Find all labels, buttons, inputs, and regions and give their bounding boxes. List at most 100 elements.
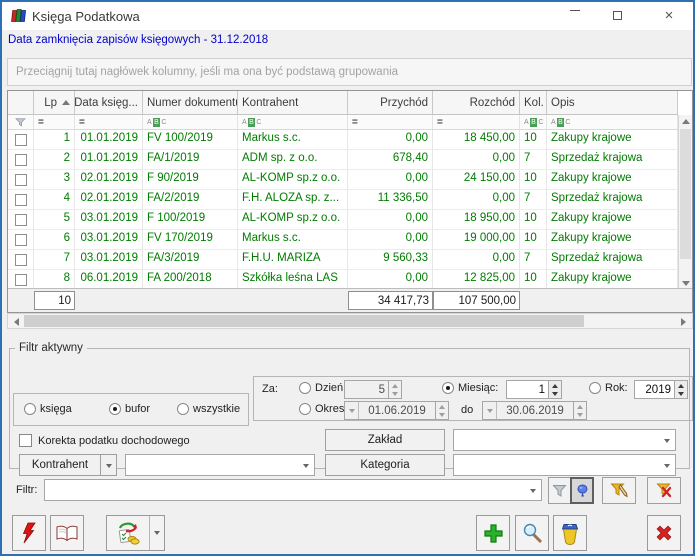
scroll-up-icon[interactable] bbox=[679, 115, 692, 128]
kontrahent-combobox[interactable] bbox=[125, 454, 315, 476]
column-header-lp[interactable]: Lp bbox=[34, 91, 75, 114]
row-checkbox[interactable] bbox=[15, 134, 27, 146]
radio-rok[interactable]: Rok: bbox=[589, 382, 628, 394]
spin-down-icon[interactable] bbox=[549, 390, 561, 399]
radio-dzien[interactable]: Dzień: bbox=[299, 382, 346, 394]
filter-cell-data-ksiegowania[interactable]: = bbox=[75, 115, 143, 129]
okres-to-datepicker[interactable]: 30.06.2019 bbox=[482, 401, 587, 420]
row-checkbox[interactable] bbox=[15, 254, 27, 266]
scroll-right-icon[interactable] bbox=[677, 315, 690, 328]
spin-down-icon[interactable] bbox=[436, 411, 448, 420]
column-header-numer-dokumentu[interactable]: Numer dokumentu bbox=[143, 91, 238, 114]
column-header-data-ksiegowania[interactable]: Data księg... bbox=[75, 91, 143, 114]
column-header-opis[interactable]: Opis bbox=[547, 91, 678, 114]
spin-up-icon[interactable] bbox=[574, 402, 586, 411]
renumber-coins-icon bbox=[115, 521, 141, 545]
group-by-panel[interactable]: Przeciągnij tutaj nagłówek kolumny, jeśl… bbox=[7, 58, 692, 86]
kategoria-button[interactable]: Kategoria bbox=[325, 454, 445, 476]
radio-okres[interactable]: Okres: bbox=[299, 403, 347, 415]
calendar-dropdown-icon[interactable] bbox=[345, 402, 359, 419]
korekta-checkbox[interactable] bbox=[19, 434, 32, 447]
renumber-button[interactable] bbox=[106, 515, 165, 551]
table-row[interactable]: 302.01.2019F 90/2019AL-KOMP sp.z o.o.0,0… bbox=[8, 170, 678, 190]
book-entries-button[interactable] bbox=[12, 515, 46, 551]
table-row[interactable]: 402.01.2019FA/2/2019F.H. ALOZA sp. z...1… bbox=[8, 190, 678, 210]
spin-down-icon[interactable] bbox=[574, 411, 586, 420]
view-record-button[interactable] bbox=[515, 515, 549, 551]
filtr-combobox[interactable] bbox=[44, 479, 542, 501]
filter-wizard-button[interactable] bbox=[602, 477, 636, 504]
clear-row-filter-cell[interactable] bbox=[8, 115, 34, 129]
radio-bufor[interactable]: bufor bbox=[109, 403, 150, 415]
spin-up-icon[interactable] bbox=[675, 381, 687, 390]
table-row[interactable]: 603.01.2019FV 170/2019Markus s.c.0,0019 … bbox=[8, 230, 678, 250]
zaklad-combobox[interactable] bbox=[453, 429, 676, 451]
row-checkbox[interactable] bbox=[15, 274, 27, 286]
row-checkbox[interactable] bbox=[15, 214, 27, 226]
spin-down-icon[interactable] bbox=[389, 390, 401, 399]
okres-from-datepicker[interactable]: 01.06.2019 bbox=[344, 401, 449, 420]
delete-record-button[interactable] bbox=[553, 515, 587, 551]
row-checkbox[interactable] bbox=[15, 174, 27, 186]
scroll-left-icon[interactable] bbox=[10, 315, 23, 328]
spin-up-icon[interactable] bbox=[389, 381, 401, 390]
zaklad-button[interactable]: Zakład bbox=[325, 429, 445, 451]
table-row[interactable]: 806.01.2019FA 200/2018Szkółka leśna LAS0… bbox=[8, 270, 678, 290]
chevron-down-icon[interactable] bbox=[303, 464, 309, 468]
cell-kol: 7 bbox=[520, 250, 547, 269]
cell-data-ksiegowania: 03.01.2019 bbox=[75, 230, 143, 249]
rok-spinner[interactable]: 2019 bbox=[634, 380, 688, 399]
clear-filter-button[interactable] bbox=[647, 477, 681, 504]
miesiac-spinner[interactable]: 1 bbox=[506, 380, 562, 399]
radio-wszystkie[interactable]: wszystkie bbox=[177, 403, 240, 415]
table-row[interactable]: 703.01.2019FA/3/2019F.H.U. MARIZA9 560,3… bbox=[8, 250, 678, 270]
row-select-cell bbox=[8, 210, 34, 229]
cell-kontrahent: F.H. ALOZA sp. z... bbox=[238, 190, 348, 209]
kategoria-combobox[interactable] bbox=[453, 454, 676, 476]
minimize-button[interactable] bbox=[564, 6, 586, 26]
kontrahent-button[interactable]: Kontrahent bbox=[19, 454, 101, 476]
column-header-kol[interactable]: Kol. bbox=[520, 91, 547, 114]
row-checkbox[interactable] bbox=[15, 234, 27, 246]
spin-down-icon[interactable] bbox=[675, 390, 687, 399]
chevron-down-icon[interactable] bbox=[530, 489, 536, 493]
filter-cell-rozchod[interactable]: = bbox=[433, 115, 520, 129]
chevron-down-icon[interactable] bbox=[664, 439, 670, 443]
filter-cell-kontrahent[interactable]: ABC bbox=[238, 115, 348, 129]
radio-miesiac[interactable]: Miesiąc: bbox=[442, 382, 498, 394]
table-row[interactable]: 101.01.2019FV 100/2019Markus s.c.0,0018 … bbox=[8, 130, 678, 150]
filter-cell-lp[interactable]: = bbox=[34, 115, 75, 129]
horizontal-scrollbar[interactable] bbox=[7, 313, 693, 329]
calendar-dropdown-icon[interactable] bbox=[483, 402, 497, 419]
table-row[interactable]: 201.01.2019FA/1/2019ADM sp. z o.o.678,40… bbox=[8, 150, 678, 170]
filter-cell-opis[interactable]: ABC bbox=[547, 115, 678, 129]
filter-cell-numer-dokumentu[interactable]: ABC bbox=[143, 115, 238, 129]
column-header-kontrahent[interactable]: Kontrahent bbox=[238, 91, 348, 114]
ledger-book-button[interactable] bbox=[50, 515, 84, 551]
column-header-przychod[interactable]: Przychód bbox=[348, 91, 433, 114]
okres-do-label: do bbox=[461, 404, 473, 416]
filter-cell-kol[interactable]: ABC bbox=[520, 115, 547, 129]
pin-filter-button[interactable] bbox=[570, 477, 594, 504]
spin-up-icon[interactable] bbox=[436, 402, 448, 411]
close-window-button[interactable]: × bbox=[658, 6, 680, 26]
chevron-down-icon[interactable] bbox=[664, 464, 670, 468]
horizontal-scroll-thumb[interactable] bbox=[24, 315, 584, 327]
row-checkbox[interactable] bbox=[15, 194, 27, 206]
renumber-dropdown-button[interactable] bbox=[149, 516, 164, 550]
radio-ksiega[interactable]: księga bbox=[24, 403, 72, 415]
column-header-rozchod[interactable]: Rozchód bbox=[433, 91, 520, 114]
add-record-button[interactable] bbox=[476, 515, 510, 551]
table-row[interactable]: 503.01.2019F 100/2019AL-KOMP sp.z o.o.0,… bbox=[8, 210, 678, 230]
row-checkbox[interactable] bbox=[15, 154, 27, 166]
dzien-spinner[interactable]: 5 bbox=[344, 380, 402, 399]
maximize-button[interactable] bbox=[606, 6, 628, 26]
apply-filter-button[interactable] bbox=[548, 477, 571, 504]
vertical-scrollbar[interactable] bbox=[678, 115, 692, 290]
filter-cell-przychod[interactable]: = bbox=[348, 115, 433, 129]
close-button[interactable] bbox=[647, 515, 681, 551]
kontrahent-dropdown-button[interactable] bbox=[100, 454, 117, 476]
vertical-scroll-thumb[interactable] bbox=[680, 129, 691, 259]
app-window: Księga Podatkowa × Data zamknięcia zapis… bbox=[0, 0, 695, 556]
spin-up-icon[interactable] bbox=[549, 381, 561, 390]
